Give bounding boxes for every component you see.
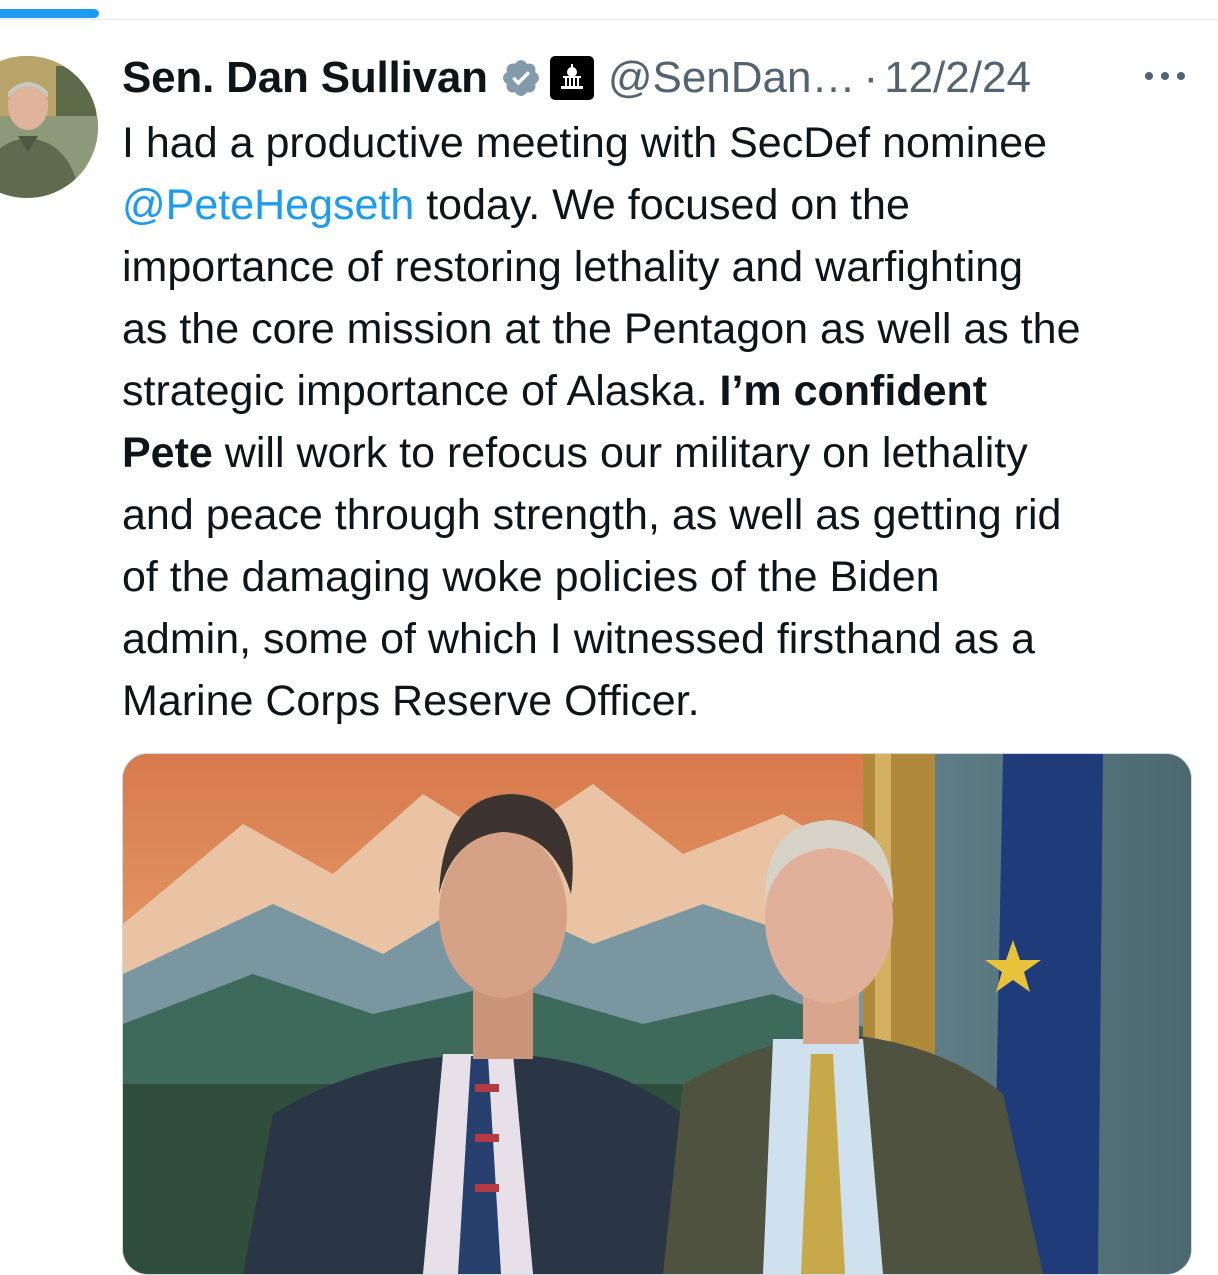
active-tab-indicator: [0, 9, 99, 18]
tweet-header: Sen. Dan Sullivan @SenDan… · 12/2/24: [122, 48, 1202, 108]
tweet-text-line: Pete will work to refocus our military o…: [122, 422, 1212, 484]
text-segment: I had a productive meeting with SecDef n…: [122, 119, 1048, 167]
bold-text: Pete: [122, 429, 213, 477]
mention-link[interactable]: @PeteHegseth: [122, 181, 414, 229]
tweet-photo[interactable]: [122, 753, 1192, 1275]
tweet-text-line: @PeteHegseth today. We focused on the: [122, 174, 1212, 236]
author-handle[interactable]: @SenDan…: [608, 53, 856, 103]
header-separator: ·: [863, 53, 879, 102]
tweet-timestamp[interactable]: 12/2/24: [884, 53, 1031, 103]
photo-illustration: [123, 754, 1191, 1274]
government-affiliation-icon[interactable]: [549, 56, 594, 100]
author-display-name[interactable]: Sen. Dan Sullivan: [122, 53, 488, 103]
tweet-text-line: importance of restoring lethality and wa…: [122, 243, 1024, 291]
tweet-text-line: of the damaging woke policies of the Bid…: [122, 553, 940, 601]
bold-text: I’m confident: [719, 367, 988, 415]
divider: [0, 19, 1218, 20]
avatar[interactable]: [0, 56, 98, 198]
tweet-text-line: Marine Corps Reserve Officer.: [122, 677, 700, 725]
tweet-text-line: I had a productive meeting with SecDef n…: [122, 112, 1212, 174]
more-options-icon[interactable]: [1142, 66, 1188, 86]
tweet-text-line: and peace through strength, as well as g…: [122, 491, 1062, 539]
verified-badge-icon[interactable]: [500, 57, 542, 99]
tweet-text-line: as the core mission at the Pentagon as w…: [122, 305, 1081, 353]
text-segment: today. We focused on the: [414, 181, 910, 229]
tweet-text-line: strategic importance of Alaska. I’m conf…: [122, 360, 1212, 422]
text-segment: strategic importance of Alaska.: [122, 367, 720, 415]
tweet-text-line: admin, some of which I witnessed firstha…: [122, 615, 1035, 663]
text-segment: will work to refocus our military on let…: [212, 429, 1028, 477]
tweet-text: I had a productive meeting with SecDef n…: [122, 112, 1212, 732]
